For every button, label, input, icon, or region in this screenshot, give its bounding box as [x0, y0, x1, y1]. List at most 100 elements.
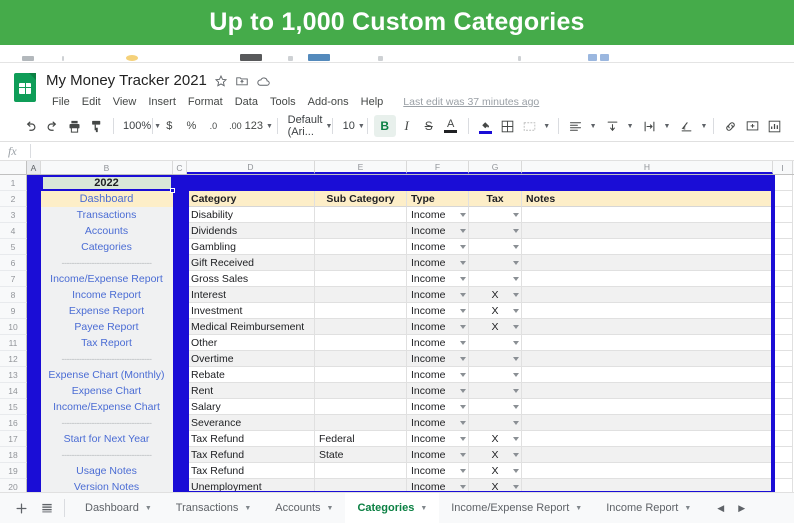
cell-c3[interactable] — [173, 207, 187, 223]
cell-i7[interactable] — [773, 271, 793, 287]
italic-button[interactable]: I — [396, 115, 418, 137]
cell-tax-wrapper[interactable]: X — [469, 287, 522, 303]
cell-a4[interactable] — [27, 223, 41, 239]
cell-category[interactable]: Severance — [187, 415, 315, 431]
sidebar-link-19[interactable]: Usage Notes — [41, 463, 173, 479]
cell-category[interactable]: Gift Received — [187, 255, 315, 271]
cell-sub-category[interactable] — [315, 271, 407, 287]
cell-category[interactable]: Tax Refund — [187, 431, 315, 447]
more-formats-button[interactable]: 123 ▼ — [245, 115, 273, 137]
cell-category[interactable]: Rebate — [187, 367, 315, 383]
cell-a6[interactable] — [27, 255, 41, 271]
cell-tax-wrapper[interactable]: X — [469, 463, 522, 479]
cell-i3[interactable] — [773, 207, 793, 223]
column-header-b[interactable]: B — [41, 161, 173, 174]
dropdown-caret-icon[interactable] — [513, 325, 519, 329]
cell-i13[interactable] — [773, 367, 793, 383]
decrease-decimal-button[interactable]: .0 — [202, 115, 224, 137]
dropdown-caret-icon[interactable] — [513, 405, 519, 409]
cell-a16[interactable] — [27, 415, 41, 431]
move-to-folder-icon[interactable] — [235, 74, 249, 88]
dropdown-caret-icon[interactable] — [513, 437, 519, 441]
sheet-tab-categories[interactable]: Categories ▼ — [345, 492, 440, 524]
row-header-8[interactable]: 8 — [0, 287, 27, 303]
cell-notes[interactable] — [522, 415, 773, 431]
last-edit-status[interactable]: Last edit was 37 minutes ago — [403, 96, 539, 108]
dropdown-caret-icon[interactable] — [513, 277, 519, 281]
cell-a8[interactable] — [27, 287, 41, 303]
cell-a1[interactable] — [27, 175, 41, 191]
dropdown-caret-icon[interactable] — [513, 421, 519, 425]
cell-a17[interactable] — [27, 431, 41, 447]
cell-i19[interactable] — [773, 463, 793, 479]
dropdown-caret-icon[interactable] — [513, 341, 519, 345]
sidebar-link-10[interactable]: Payee Report — [41, 319, 173, 335]
cell-tax-wrapper[interactable]: X — [469, 447, 522, 463]
menu-insert[interactable]: Insert — [142, 94, 182, 110]
merge-cells-icon[interactable] — [518, 115, 540, 137]
cell-c9[interactable] — [173, 303, 187, 319]
column-header-i[interactable]: I — [773, 161, 793, 174]
cell-tax-wrapper[interactable] — [469, 383, 522, 399]
dropdown-caret-icon[interactable] — [513, 357, 519, 361]
dropdown-caret-icon[interactable] — [460, 245, 466, 249]
column-header-g[interactable]: G — [469, 161, 522, 174]
cell-sub-category[interactable] — [315, 239, 407, 255]
cell-tax-wrapper[interactable] — [469, 223, 522, 239]
dropdown-caret-icon[interactable] — [513, 293, 519, 297]
undo-icon[interactable] — [19, 115, 41, 137]
cell-a20[interactable] — [27, 479, 41, 492]
cell-category[interactable]: Gross Sales — [187, 271, 315, 287]
cell-notes[interactable] — [522, 335, 773, 351]
chevron-down-icon[interactable]: ▼ — [145, 505, 152, 512]
cell-a5[interactable] — [27, 239, 41, 255]
sidebar-link-3[interactable]: Transactions — [41, 207, 173, 223]
cell-tax-wrapper[interactable] — [469, 335, 522, 351]
table-header-tax[interactable]: Tax — [469, 191, 522, 207]
cell-notes[interactable] — [522, 367, 773, 383]
cell-tax-wrapper[interactable] — [469, 367, 522, 383]
increase-decimal-button[interactable]: .00 — [224, 115, 246, 137]
all-sheets-icon[interactable] — [34, 495, 60, 521]
cell-c13[interactable] — [173, 367, 187, 383]
chevron-left-icon[interactable]: ◀ — [717, 503, 724, 514]
document-title[interactable]: My Money Tracker 2021 — [46, 71, 207, 91]
fill-handle[interactable] — [170, 188, 175, 193]
sidebar-link-12[interactable]: ------------------------------------ — [41, 351, 173, 367]
cell-sub-category[interactable] — [315, 479, 407, 492]
cell-category[interactable]: Salary — [187, 399, 315, 415]
cell-i12[interactable] — [773, 351, 793, 367]
cell-sub-category[interactable] — [315, 223, 407, 239]
cell-type-wrapper[interactable]: Income — [407, 479, 469, 492]
row-header-15[interactable]: 15 — [0, 399, 27, 415]
cell-sub-category[interactable] — [315, 303, 407, 319]
row-header-17[interactable]: 17 — [0, 431, 27, 447]
cell-sub-category[interactable] — [315, 319, 407, 335]
dropdown-caret-icon[interactable] — [460, 373, 466, 377]
cell-notes[interactable] — [522, 303, 773, 319]
dropdown-caret-icon[interactable] — [460, 213, 466, 217]
sidebar-link-5[interactable]: Categories — [41, 239, 173, 255]
cell-sub-category[interactable] — [315, 287, 407, 303]
cell-a19[interactable] — [27, 463, 41, 479]
cell-type-wrapper[interactable]: Income — [407, 303, 469, 319]
sidebar-link-11[interactable]: Tax Report — [41, 335, 173, 351]
row-header-12[interactable]: 12 — [0, 351, 27, 367]
cell-type-wrapper[interactable]: Income — [407, 431, 469, 447]
cell-c12[interactable] — [173, 351, 187, 367]
dropdown-caret-icon[interactable] — [460, 389, 466, 393]
cell-c15[interactable] — [173, 399, 187, 415]
column-header-d[interactable]: D — [187, 161, 315, 174]
dropdown-caret-icon[interactable] — [460, 293, 466, 297]
dropdown-caret-icon[interactable] — [460, 485, 466, 489]
cell-c5[interactable] — [173, 239, 187, 255]
dropdown-caret-icon[interactable] — [460, 261, 466, 265]
dropdown-caret-icon[interactable] — [513, 245, 519, 249]
cell-a2[interactable] — [27, 191, 41, 207]
cell-tax-wrapper[interactable]: X — [469, 319, 522, 335]
table-header-sub-category[interactable]: Sub Category — [315, 191, 407, 207]
cell-category[interactable]: Disability — [187, 207, 315, 223]
sidebar-link-9[interactable]: Expense Report — [41, 303, 173, 319]
sidebar-link-13[interactable]: Expense Chart (Monthly) — [41, 367, 173, 383]
cell-type-wrapper[interactable]: Income — [407, 287, 469, 303]
